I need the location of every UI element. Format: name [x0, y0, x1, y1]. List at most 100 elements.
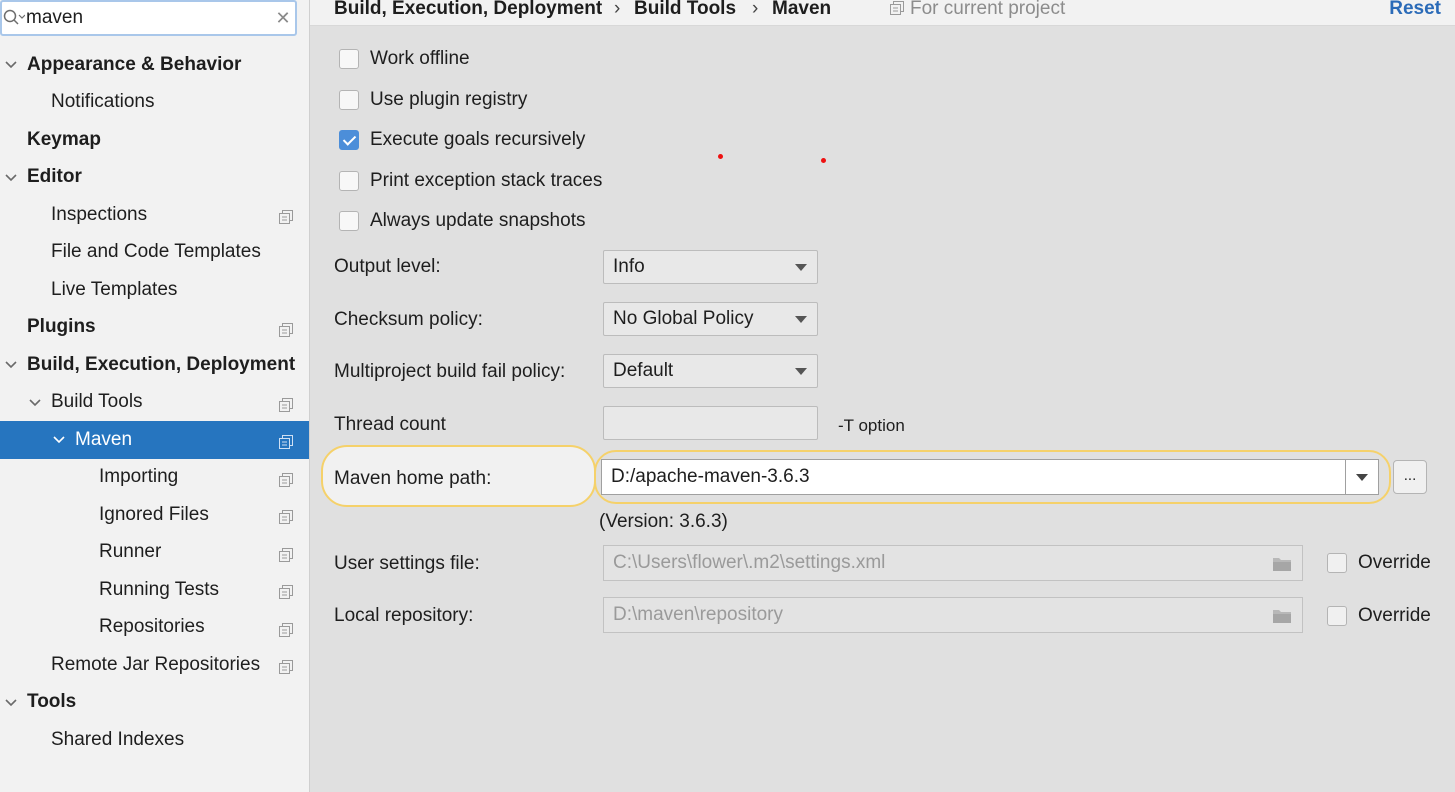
tree-item-label: Live Templates — [51, 278, 178, 300]
dropdown-arrow-icon — [795, 316, 807, 323]
local-repository-override-option[interactable]: Override — [1327, 605, 1431, 627]
always-update-snapshots-checkbox[interactable] — [339, 211, 359, 231]
thread-count-input[interactable] — [603, 406, 818, 440]
checksum-policy-select[interactable]: No Global Policy — [603, 302, 818, 336]
tree-item-ignored-files[interactable]: Ignored Files — [0, 496, 309, 534]
breadcrumb-build-execution-deployment[interactable]: Build, Execution, Deployment — [334, 0, 602, 20]
chevron-down-icon[interactable] — [3, 695, 19, 711]
maven-version-label: (Version: 3.6.3) — [599, 511, 728, 532]
print-exception-stack-traces-option[interactable]: Print exception stack traces — [339, 170, 602, 192]
print-exception-stack-traces-checkbox[interactable] — [339, 171, 359, 191]
project-scope-icon — [279, 396, 293, 412]
tree-item-notifications[interactable]: Notifications — [0, 84, 309, 122]
tree-item-running-tests[interactable]: Running Tests — [0, 571, 309, 609]
use-plugin-registry-label: Use plugin registry — [370, 89, 528, 110]
maven-home-path-select[interactable]: D:/apache-maven-3.6.3 — [601, 459, 1379, 495]
tree-item-file-and-code-templates[interactable]: File and Code Templates — [0, 234, 309, 272]
tree-item-repositories[interactable]: Repositories — [0, 609, 309, 647]
tree-item-label: Editor — [27, 166, 82, 188]
tree-item-remote-jar-repositories[interactable]: Remote Jar Repositories — [0, 646, 309, 684]
project-scope-icon — [279, 546, 293, 562]
user-settings-file-value: C:\Users\flower\.m2\settings.xml — [613, 552, 886, 573]
thread-count-hint: -T option — [838, 416, 905, 435]
tree-item-shared-indexes[interactable]: Shared Indexes — [0, 721, 309, 759]
folder-icon[interactable] — [1272, 608, 1292, 624]
chevron-down-icon[interactable] — [3, 357, 19, 373]
chevron-down-icon[interactable] — [3, 57, 19, 73]
browse-maven-home-button[interactable]: ... — [1393, 460, 1427, 494]
print-exception-stack-traces-label: Print exception stack traces — [370, 170, 603, 191]
tree-item-importing[interactable]: Importing — [0, 459, 309, 497]
multiproject-fail-policy-select[interactable]: Default — [603, 354, 818, 388]
tree-item-label: File and Code Templates — [51, 241, 261, 263]
execute-goals-recursively-label: Execute goals recursively — [370, 129, 586, 150]
local-repository-override-checkbox[interactable] — [1327, 606, 1347, 626]
tree-item-label: Inspections — [51, 203, 148, 225]
local-repository-field: D:\maven\repository — [603, 597, 1303, 633]
chevron-down-icon[interactable] — [3, 170, 19, 186]
tree-item-label: Remote Jar Repositories — [51, 653, 261, 675]
checksum-policy-value: No Global Policy — [613, 308, 754, 329]
chevron-down-icon[interactable] — [27, 395, 43, 411]
always-update-snapshots-label: Always update snapshots — [370, 210, 586, 231]
user-settings-override-checkbox[interactable] — [1327, 553, 1347, 573]
folder-icon[interactable] — [1272, 556, 1292, 572]
clear-icon[interactable]: ✕ — [271, 8, 295, 29]
project-scope-icon — [279, 621, 293, 637]
maven-home-path-value: D:/apache-maven-3.6.3 — [611, 466, 810, 487]
reset-link[interactable]: Reset — [1389, 0, 1441, 20]
scope-label: For current project — [910, 0, 1066, 19]
tree-item-keymap[interactable]: Keymap — [0, 121, 309, 159]
project-scope-icon — [279, 208, 293, 224]
output-level-value: Info — [613, 256, 645, 277]
maven-home-path-label: Maven home path: — [334, 468, 492, 489]
tree-item-label: Tools — [27, 691, 77, 713]
dropdown-arrow-icon — [795, 368, 807, 375]
tree-item-editor[interactable]: Editor — [0, 159, 309, 197]
output-level-label: Output level: — [334, 256, 441, 277]
project-scope-icon — [279, 508, 293, 524]
scope-indicator: For current project — [890, 0, 1065, 20]
project-scope-icon — [279, 658, 293, 674]
tree-item-plugins[interactable]: Plugins — [0, 309, 309, 347]
tree-item-tools[interactable]: Tools — [0, 684, 309, 722]
checksum-policy-label: Checksum policy: — [334, 309, 483, 330]
tree-item-build-execution-deployment[interactable]: Build, Execution, Deployment — [0, 346, 309, 384]
settings-sidebar: ✕ Appearance & Behavior Notifications Keym… — [0, 0, 310, 792]
search-input[interactable] — [26, 3, 271, 33]
tree-item-inspections[interactable]: Inspections — [0, 196, 309, 234]
output-level-select[interactable]: Info — [603, 250, 818, 284]
maven-settings-panel: Work offline Use plugin registry Execute… — [311, 27, 1455, 792]
project-scope-icon — [279, 583, 293, 599]
tree-item-live-templates[interactable]: Live Templates — [0, 271, 309, 309]
execute-goals-recursively-option[interactable]: Execute goals recursively — [339, 129, 585, 151]
work-offline-option[interactable]: Work offline — [339, 48, 470, 70]
settings-search[interactable]: ✕ — [0, 0, 297, 36]
tree-item-label: Ignored Files — [99, 503, 209, 525]
use-plugin-registry-checkbox[interactable] — [339, 90, 359, 110]
dropdown-arrow-icon — [795, 264, 807, 271]
user-settings-file-label: User settings file: — [334, 553, 480, 574]
use-plugin-registry-option[interactable]: Use plugin registry — [339, 89, 527, 111]
execute-goals-recursively-checkbox[interactable] — [339, 130, 359, 150]
project-scope-icon — [279, 471, 293, 487]
always-update-snapshots-option[interactable]: Always update snapshots — [339, 210, 585, 232]
settings-tree: Appearance & Behavior Notifications Keymap… — [0, 46, 309, 759]
chevron-down-icon[interactable] — [51, 432, 67, 448]
work-offline-label: Work offline — [370, 48, 470, 69]
multiproject-fail-policy-value: Default — [613, 360, 674, 381]
breadcrumb-build-tools[interactable]: Build Tools — [634, 0, 736, 20]
tree-item-runner[interactable]: Runner — [0, 534, 309, 572]
tree-item-maven[interactable]: Maven — [0, 421, 309, 459]
tree-item-build-tools[interactable]: Build Tools — [0, 384, 309, 422]
tree-item-label: Appearance & Behavior — [27, 53, 242, 75]
search-icon[interactable] — [2, 9, 26, 27]
work-offline-checkbox[interactable] — [339, 49, 359, 69]
user-settings-override-option[interactable]: Override — [1327, 552, 1431, 574]
dropdown-arrow-icon[interactable] — [1356, 474, 1368, 481]
tree-item-label: Repositories — [99, 616, 205, 638]
tree-item-label: Notifications — [51, 91, 155, 113]
project-scope-icon — [890, 1, 904, 15]
tree-item-appearance-behavior[interactable]: Appearance & Behavior — [0, 46, 309, 84]
project-scope-icon — [279, 321, 293, 337]
